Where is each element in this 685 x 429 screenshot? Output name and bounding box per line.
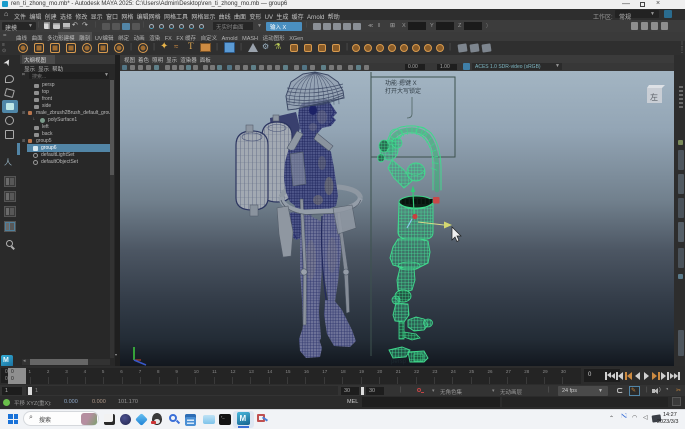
svg-text:打开大写锁定: 打开大写锁定 bbox=[385, 87, 421, 95]
svg-text:功能·摁键 X: 功能·摁键 X bbox=[385, 79, 417, 87]
svg-text:左: 左 bbox=[650, 92, 658, 102]
svg-text:persp: persp bbox=[391, 359, 407, 365]
